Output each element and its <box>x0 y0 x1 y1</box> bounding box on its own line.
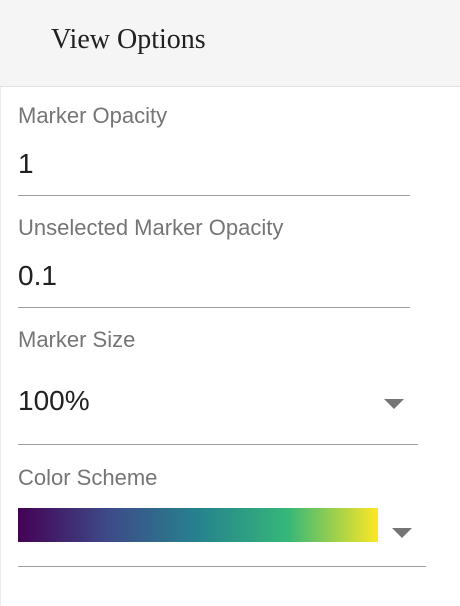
unselected-marker-opacity-underline <box>18 307 410 308</box>
marker-opacity-input[interactable] <box>18 144 408 184</box>
caret-down-icon <box>384 399 404 409</box>
marker-size-label: Marker Size <box>18 327 136 352</box>
marker-size-value: 100% <box>18 385 90 416</box>
marker-size-select[interactable]: 100% <box>18 370 418 444</box>
marker-size-underline <box>18 444 418 445</box>
caret-down-icon <box>392 528 412 538</box>
panel-left-border <box>0 87 1 606</box>
unselected-marker-opacity-label: Unselected Marker Opacity <box>18 215 284 240</box>
marker-opacity-underline <box>18 195 410 196</box>
color-scheme-label: Color Scheme <box>18 465 158 490</box>
viridis-color-swatch <box>18 508 378 542</box>
view-options-header: View Options <box>0 0 460 87</box>
color-scheme-underline <box>18 566 426 567</box>
unselected-marker-opacity-input[interactable] <box>18 256 408 296</box>
panel-title: View Options <box>51 24 206 55</box>
marker-opacity-label: Marker Opacity <box>18 103 168 128</box>
